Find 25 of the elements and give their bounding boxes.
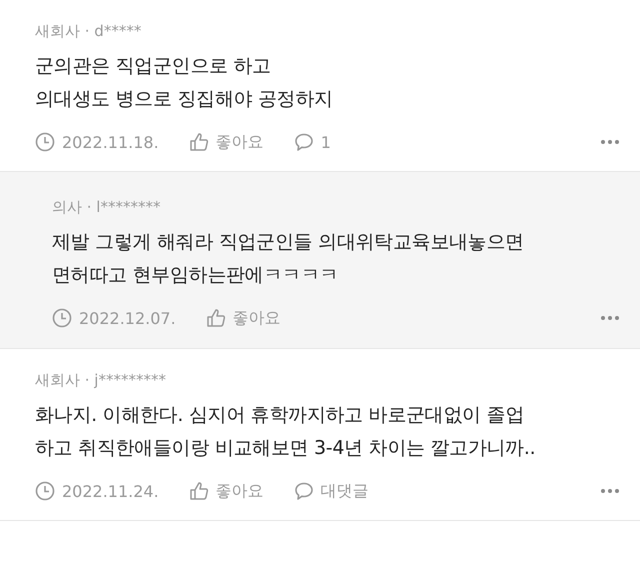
reply-button[interactable]: 1 xyxy=(294,132,331,152)
author-label: 새회사 · j********* xyxy=(35,370,167,391)
author-label: 새회사 · d***** xyxy=(35,21,142,42)
clock-icon xyxy=(52,308,72,328)
like-button[interactable]: 좋아요 xyxy=(206,308,281,328)
like-button[interactable]: 좋아요 xyxy=(188,132,264,152)
speech-bubble-icon xyxy=(294,132,314,152)
author-label: 의사 · l******** xyxy=(52,197,162,218)
comment-text: 화나지. 이해한다. 심지어 휴학까지하고 바로군대없이 졸업 하고 취직한애들이랑 비교해보면 3-4년 차이는 깔고가니까.. xyxy=(35,403,536,461)
comment-text: 제발 그렇게 해줘라 직업군인들 의대위탁교육보내놓으면 면허따고 현부임하는판에ㅋㅋㅋㅋ xyxy=(52,230,525,288)
clock-icon xyxy=(35,481,55,501)
more-icon[interactable] xyxy=(600,488,620,494)
thumbs-up-icon xyxy=(188,481,209,501)
comment-text: 군의관은 직업군인으로 하고 의대생도 병으로 징집해야 공정하지 xyxy=(35,54,334,112)
speech-bubble-icon xyxy=(294,481,314,501)
more-icon[interactable] xyxy=(600,139,620,145)
date-label: 2022.11.18. xyxy=(62,132,159,152)
like-button[interactable]: 좋아요 xyxy=(188,480,264,502)
date-label: 2022.11.24. xyxy=(62,482,159,500)
clock-icon xyxy=(35,132,55,152)
thumbs-up-icon xyxy=(206,308,226,328)
reply-button[interactable]: 대댓글 xyxy=(294,480,369,502)
date-label: 2022.12.07. xyxy=(79,308,176,328)
more-icon[interactable] xyxy=(600,315,620,321)
thumbs-up-icon xyxy=(188,132,209,152)
